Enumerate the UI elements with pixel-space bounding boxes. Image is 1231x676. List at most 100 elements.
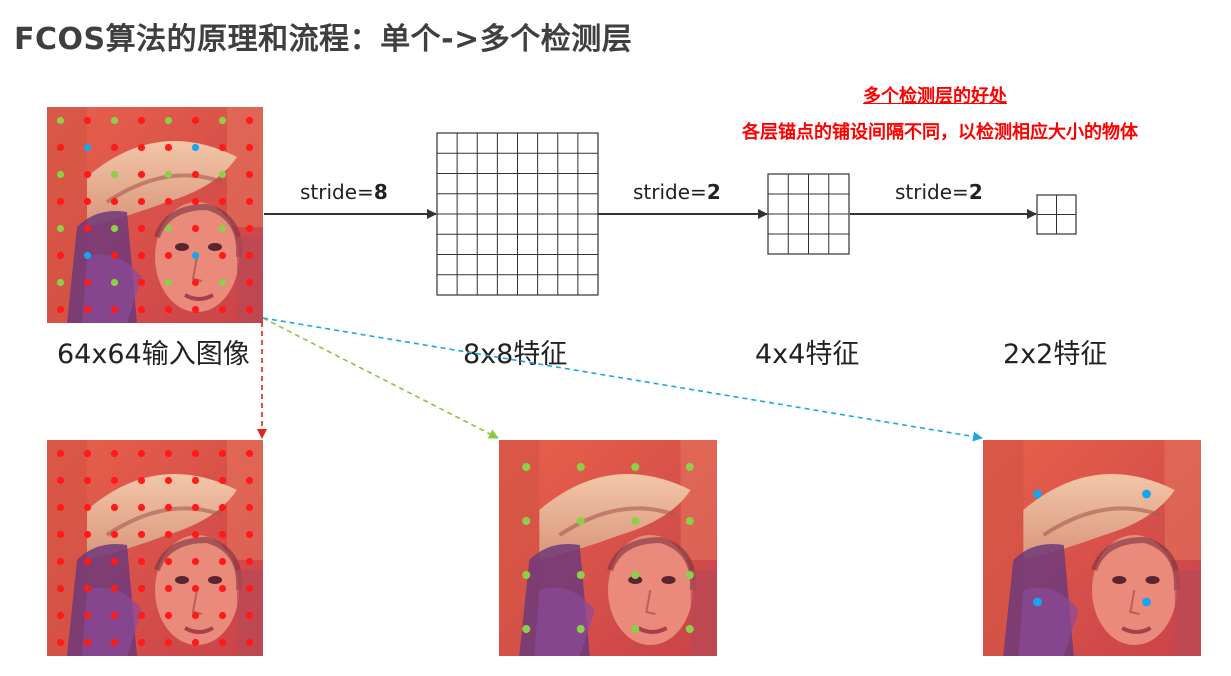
stride16-anchor-dots [522,463,694,633]
anchor-dot [137,557,146,566]
anchor-dot [110,305,119,314]
anchor-dot [245,476,254,485]
feature-grid-8x8 [436,132,599,296]
anchor-dot [110,476,119,485]
anchor-dot [522,625,531,633]
anchor-dot [245,611,254,620]
anchor-dot [631,517,640,525]
anchor-dot [218,638,227,647]
anchor-dot [191,143,200,152]
anchor-dot [56,557,65,566]
anchor-dot [191,503,200,512]
anchor-dot [191,611,200,620]
anchor-dot [164,197,173,206]
anchor-dot [164,305,173,314]
anchor-dot [83,530,92,539]
anchor-dot [137,278,146,287]
anchor-dot [191,530,200,539]
anchor-dot [218,305,227,314]
anchor-dot [110,449,119,458]
anchor-dot [685,517,694,525]
anchor-dot [245,143,254,152]
anchor-dot [83,503,92,512]
anchor-dot [1142,489,1151,499]
stride32-anchor-dots [1033,489,1151,607]
anchor-dot [83,638,92,647]
anchor-dot [56,305,65,314]
anchor-dot [56,638,65,647]
anchor-dot [83,557,92,566]
anchor-dot [218,530,227,539]
anchor-dot [83,224,92,233]
anchor-dot [137,503,146,512]
anchor-dot [83,116,92,125]
anchor-dot [56,584,65,593]
anchor-dot [164,557,173,566]
anchor-dot [137,143,146,152]
anchor-dot [164,278,173,287]
anchor-dot [56,116,65,125]
anchor-dot [110,170,119,179]
anchor-dot [164,116,173,125]
anchor-dot [191,449,200,458]
anchor-dot [191,170,200,179]
anchor-dot [137,449,146,458]
anchor-dot [83,143,92,152]
anchor-dot [1142,597,1151,607]
anchor-dot [191,278,200,287]
anchor-dot [164,503,173,512]
mapping-arrow-blue [262,317,983,442]
anchor-dot [1033,597,1042,607]
input-anchor-dots [56,116,254,314]
anchor-dot [245,305,254,314]
anchor-dot [245,251,254,260]
anchor-dot [110,278,119,287]
anchor-dot [522,517,531,525]
anchor-dot [245,197,254,206]
anchor-dot [191,116,200,125]
anchor-dot [110,503,119,512]
anchor-dot [137,224,146,233]
anchor-dot [56,251,65,260]
anchor-dot [218,584,227,593]
stride8-anchor-dots [56,449,254,647]
anchor-dot [56,143,65,152]
anchor-dot [137,305,146,314]
anchor-dot [245,116,254,125]
anchor-dot [245,503,254,512]
anchor-dot [685,463,694,471]
anchor-dot [631,571,640,579]
anchor-dot [631,463,640,471]
anchor-dot [218,170,227,179]
anchor-dot [576,517,585,525]
feature-grid-4x4 [767,173,850,255]
anchor-dot [218,503,227,512]
anchor-dot [110,638,119,647]
anchor-dot [191,557,200,566]
anchor-dot [83,197,92,206]
anchor-dot [56,197,65,206]
anchor-dot [164,638,173,647]
anchor-dot [110,143,119,152]
anchor-dot [218,278,227,287]
anchor-dot [685,625,694,633]
anchor-dot [137,530,146,539]
anchor-dot [110,530,119,539]
anchor-dot [137,116,146,125]
anchor-dot [576,463,585,471]
anchor-dot [245,584,254,593]
anchor-dot [164,611,173,620]
anchor-dot [137,611,146,620]
anchor-dot [218,476,227,485]
anchor-dot [110,584,119,593]
diagram-overlay [56,116,1151,647]
anchor-dot [137,170,146,179]
anchor-dot [56,449,65,458]
anchor-dot [191,476,200,485]
anchor-dot [56,530,65,539]
anchor-dot [218,143,227,152]
anchor-dot [56,503,65,512]
anchor-dot [218,251,227,260]
anchor-dot [56,611,65,620]
anchor-dot [110,224,119,233]
